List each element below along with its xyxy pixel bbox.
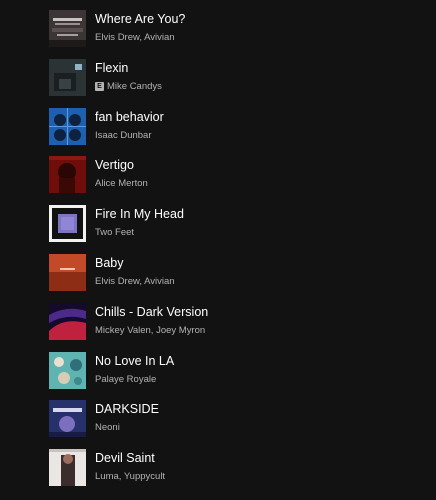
track-title[interactable]: Devil Saint [95,451,155,465]
explicit-badge: E [95,81,104,91]
track-row[interactable]: Devil Saint Luma, Yuppycult [0,439,436,488]
track-row[interactable]: Baby Elvis Drew, Avivian [0,244,436,293]
album-cover[interactable] [49,107,86,145]
track-row[interactable]: DARKSIDE Neoni [0,390,436,439]
track-artist: Isaac Dunbar [95,130,152,141]
track-artist: Alice Merton [95,178,148,189]
album-cover[interactable] [49,156,86,194]
album-cover[interactable] [49,351,86,389]
artist-names[interactable]: Palaye Royale [95,374,156,385]
album-art-icon [49,449,86,487]
track-title[interactable]: Flexin [95,61,128,75]
track-title[interactable]: No Love In LA [95,354,174,368]
album-art-icon [49,10,86,47]
track-artist: Two Feet [95,227,134,238]
album-cover[interactable] [49,400,86,438]
track-title[interactable]: Where Are You? [95,12,185,26]
album-art-icon [49,156,86,194]
track-artist: Mickey Valen, Joey Myron [95,325,205,336]
track-row[interactable]: Flexin E Mike Candys [0,49,436,98]
album-art-icon [49,351,86,389]
artist-names[interactable]: Mike Candys [107,81,162,92]
track-row[interactable]: Where Are You? Elvis Drew, Avivian [0,0,436,49]
album-cover[interactable] [49,10,86,47]
album-cover[interactable] [49,58,86,96]
track-row[interactable]: No Love In LA Palaye Royale [0,342,436,391]
album-art-icon [49,302,86,340]
track-row[interactable]: Chills - Dark Version Mickey Valen, Joey… [0,293,436,342]
track-title[interactable]: Baby [95,256,124,270]
album-cover[interactable] [49,302,86,340]
track-title[interactable]: DARKSIDE [95,402,159,416]
track-row[interactable]: fan behavior Isaac Dunbar [0,98,436,147]
artist-names[interactable]: Mickey Valen, Joey Myron [95,325,205,336]
artist-names[interactable]: Alice Merton [95,178,148,189]
track-artist: Neoni [95,422,120,433]
artist-names[interactable]: Luma, Yuppycult [95,471,165,482]
artist-names[interactable]: Two Feet [95,227,134,238]
track-title[interactable]: fan behavior [95,110,164,124]
album-cover[interactable] [49,254,86,291]
artist-names[interactable]: Neoni [95,422,120,433]
track-row[interactable]: Vertigo Alice Merton [0,146,436,195]
album-art-icon [49,107,86,145]
track-title[interactable]: Chills - Dark Version [95,305,208,319]
track-title[interactable]: Vertigo [95,158,134,172]
album-art-icon [49,205,86,243]
track-artist: Luma, Yuppycult [95,471,165,482]
track-artist: Palaye Royale [95,374,156,385]
artist-names[interactable]: Elvis Drew, Avivian [95,276,175,287]
album-cover[interactable] [49,205,86,243]
track-artist: Elvis Drew, Avivian [95,276,175,287]
album-art-icon [49,58,86,96]
album-cover[interactable] [49,449,86,487]
track-artist: Elvis Drew, Avivian [95,32,175,43]
track-title[interactable]: Fire In My Head [95,207,184,221]
track-artist: E Mike Candys [95,81,162,92]
album-art-icon [49,400,86,438]
track-row[interactable]: Fire In My Head Two Feet [0,195,436,244]
album-art-icon [49,254,86,291]
artist-names[interactable]: Isaac Dunbar [95,130,152,141]
artist-names[interactable]: Elvis Drew, Avivian [95,32,175,43]
